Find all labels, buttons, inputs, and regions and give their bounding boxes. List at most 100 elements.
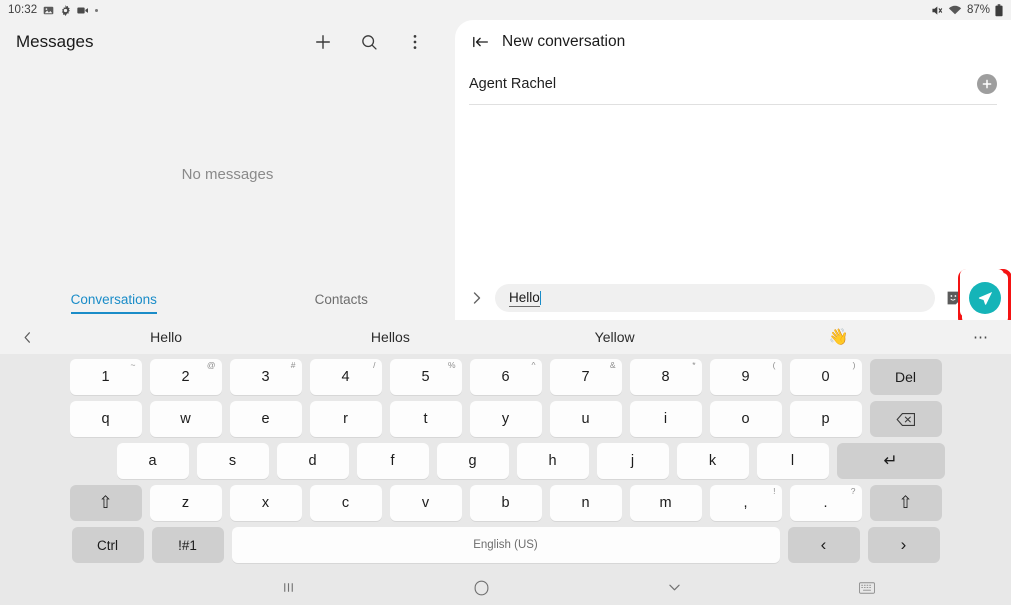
key-shift-right[interactable]: ⇧ [869,485,942,521]
key-backspace[interactable] [869,401,942,437]
key-o-label: o [741,411,750,427]
key-ctrl[interactable]: Ctrl [71,527,144,563]
key-8-sup: * [692,360,696,370]
key-arrow-right[interactable]: › [867,527,940,563]
tab-conversations-label: Conversations [70,292,157,314]
key-period[interactable]: .? [789,485,862,521]
recipient-name: Agent Rachel [469,76,557,92]
chevron-left-icon[interactable] [0,330,54,345]
key-0-label: 0 [821,369,830,385]
key-x-label: x [261,495,270,511]
key-2[interactable]: 2 @ [149,359,222,395]
key-r[interactable]: r [309,401,382,437]
key-b[interactable]: b [469,485,542,521]
key-z[interactable]: z [149,485,222,521]
key-1[interactable]: 1 ~ [69,359,142,395]
conversation-title: New conversation [502,33,626,50]
tab-contacts[interactable]: Contacts [228,292,456,313]
key-arrow-left[interactable]: ‹ [787,527,860,563]
key-1-label: 1 [101,369,110,385]
add-recipient-icon[interactable] [977,74,997,94]
battery-icon [995,3,1003,17]
key-3-label: 3 [261,369,270,385]
send-button[interactable] [969,282,1001,314]
key-x[interactable]: x [229,485,302,521]
key-l[interactable]: l [756,443,829,479]
key-o[interactable]: o [709,401,782,437]
recents-button[interactable] [193,580,386,595]
message-compose-bar: Hello [455,269,1011,327]
keyboard-row-number: 1 ~ 2 @ 3 # 4/ 5% 6 ^ 7 & 8 * 9( 0) Del [0,358,1011,396]
suggestion-emoji[interactable]: 👋 [727,327,951,347]
key-0[interactable]: 0) [789,359,862,395]
key-n[interactable]: n [549,485,622,521]
key-g[interactable]: g [436,443,509,479]
dot-icon [95,8,99,12]
key-9[interactable]: 9( [709,359,782,395]
hide-keyboard-button[interactable] [578,582,771,593]
key-q[interactable]: q [69,401,142,437]
key-u[interactable]: u [549,401,622,437]
key-symbols-label: !#1 [178,537,197,553]
empty-state-text: No messages [181,166,274,183]
key-symbols[interactable]: !#1 [151,527,224,563]
key-5[interactable]: 5% [389,359,462,395]
key-space[interactable]: English (US) [231,527,780,563]
key-enter[interactable]: ↵ [836,443,945,479]
back-to-start-icon[interactable] [470,31,492,53]
search-icon[interactable] [357,30,381,54]
key-p[interactable]: p [789,401,862,437]
message-input[interactable]: Hello [495,284,961,312]
key-m[interactable]: m [629,485,702,521]
key-shift-left[interactable]: ⇧ [69,485,142,521]
key-a[interactable]: a [116,443,189,479]
keyboard-switch-button[interactable] [770,581,963,594]
key-e[interactable]: e [229,401,302,437]
key-i[interactable]: i [629,401,702,437]
wifi-icon [948,4,962,16]
key-9-sup: ( [772,360,776,370]
keyboard-row-asdf: a s d f g h j k l ↵ [0,442,1011,480]
mute-icon [930,4,943,17]
key-comma-sup: ! [773,486,776,496]
key-h[interactable]: h [516,443,589,479]
status-bar: 10:32 87% [0,0,1011,20]
conversation-header: New conversation [455,20,1011,64]
key-6[interactable]: 6 ^ [469,359,542,395]
key-del[interactable]: Del [869,359,942,395]
suggestion-item-0[interactable]: Hello [54,329,278,345]
key-t[interactable]: t [389,401,462,437]
key-8[interactable]: 8 * [629,359,702,395]
key-j-label: j [630,453,635,469]
key-3[interactable]: 3 # [229,359,302,395]
key-4[interactable]: 4/ [309,359,382,395]
key-d-label: d [308,453,317,469]
new-message-icon[interactable] [311,30,335,54]
home-button[interactable] [385,580,578,596]
battery-percent: 87% [966,4,990,16]
key-j[interactable]: j [596,443,669,479]
suggestion-item-1[interactable]: Hellos [278,329,502,345]
key-k[interactable]: k [676,443,749,479]
key-d[interactable]: d [276,443,349,479]
keyboard-row-qwerty: q w e r t y u i o p [0,400,1011,438]
more-options-icon[interactable] [403,30,427,54]
tab-conversations[interactable]: Conversations [0,292,228,320]
suggestion-item-2[interactable]: Yellow [503,329,727,345]
suggestion-more-icon[interactable]: ⋯ [951,328,1011,346]
key-w[interactable]: w [149,401,222,437]
key-period-label: . [823,495,828,511]
key-comma[interactable]: ,! [709,485,782,521]
key-7[interactable]: 7 & [549,359,622,395]
key-v[interactable]: v [389,485,462,521]
status-bar-left: 10:32 [8,4,99,16]
key-c[interactable]: c [309,485,382,521]
sticker-icon[interactable] [945,289,963,307]
key-f[interactable]: f [356,443,429,479]
chevron-right-icon[interactable] [465,286,489,310]
key-s[interactable]: s [196,443,269,479]
on-screen-keyboard: 1 ~ 2 @ 3 # 4/ 5% 6 ^ 7 & 8 * 9( 0) Del q w e … [0,354,1011,570]
key-ctrl-label: Ctrl [97,537,118,553]
key-y[interactable]: y [469,401,542,437]
recipient-row[interactable]: Agent Rachel [469,64,997,105]
